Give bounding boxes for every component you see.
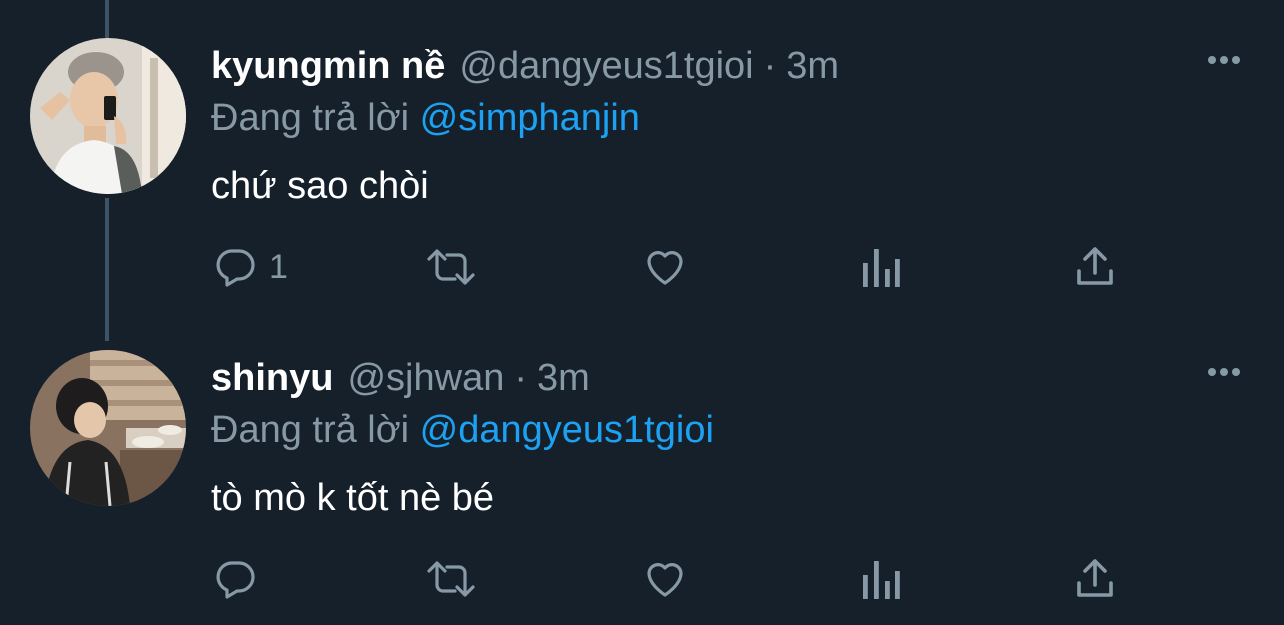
share-icon (1077, 559, 1113, 597)
share-icon (1077, 247, 1113, 285)
tweet-text: tò mò k tốt nè bé (211, 477, 495, 519)
retweet-button[interactable] (423, 242, 479, 292)
handle[interactable]: @dangyeus1tgioi (459, 45, 753, 87)
avatar[interactable] (30, 38, 186, 194)
display-name[interactable]: shinyu (211, 350, 333, 406)
replying-to: Đang trả lời @dangyeus1tgioi (211, 402, 714, 458)
display-name[interactable]: kyungmin nề (211, 38, 445, 94)
avatar[interactable] (30, 350, 186, 506)
tweet-actions (211, 554, 1131, 604)
analytics-icon (863, 249, 900, 287)
retweet-icon (427, 561, 475, 597)
analytics-button[interactable] (859, 554, 903, 604)
tweet[interactable]: shinyu @sjhwan · 3m Đang trả lời @dangyeus… (0, 350, 1284, 600)
reply-button[interactable] (211, 554, 269, 604)
heart-icon (647, 563, 683, 597)
retweet-icon (427, 249, 475, 285)
avatar-photo (30, 38, 186, 194)
reply-icon (216, 249, 255, 287)
replying-to-label: Đang trả lời (211, 409, 410, 451)
thread-line-top (105, 0, 109, 38)
more-icon[interactable] (1208, 368, 1240, 376)
like-button[interactable] (641, 242, 689, 292)
tweet-text: chứ sao chòi (211, 165, 429, 207)
tweet-header: kyungmin nề @dangyeus1tgioi · 3m (211, 38, 839, 94)
reply-button[interactable]: 1 (211, 242, 288, 292)
separator: · (763, 45, 777, 87)
mention-link[interactable]: @simphanjin (420, 97, 640, 139)
more-icon[interactable] (1208, 56, 1240, 64)
share-button[interactable] (1073, 554, 1117, 604)
mention-link[interactable]: @dangyeus1tgioi (420, 409, 714, 451)
like-button[interactable] (641, 554, 689, 604)
handle[interactable]: @sjhwan (347, 357, 504, 399)
heart-icon (647, 251, 683, 285)
replying-to-label: Đang trả lời (211, 97, 410, 139)
timestamp[interactable]: 3m (786, 45, 839, 87)
tweet-header: shinyu @sjhwan · 3m (211, 350, 590, 406)
replying-to: Đang trả lời @simphanjin (211, 90, 640, 146)
reply-icon (216, 561, 255, 599)
separator: · (514, 357, 527, 399)
tweet-meta: @dangyeus1tgioi · 3m (459, 38, 839, 94)
tweet-actions: 1 (211, 242, 1131, 292)
share-button[interactable] (1073, 242, 1117, 292)
analytics-button[interactable] (859, 242, 903, 292)
analytics-icon (863, 561, 900, 599)
tweet[interactable]: kyungmin nề @dangyeus1tgioi · 3m Đang trả … (0, 38, 1284, 288)
timestamp[interactable]: 3m (537, 357, 590, 399)
reply-timeline: kyungmin nề @dangyeus1tgioi · 3m Đang trả … (0, 0, 1284, 625)
avatar-photo (30, 350, 186, 506)
retweet-button[interactable] (423, 554, 479, 604)
reply-count: 1 (269, 247, 288, 286)
tweet-meta: @sjhwan · 3m (347, 350, 589, 406)
